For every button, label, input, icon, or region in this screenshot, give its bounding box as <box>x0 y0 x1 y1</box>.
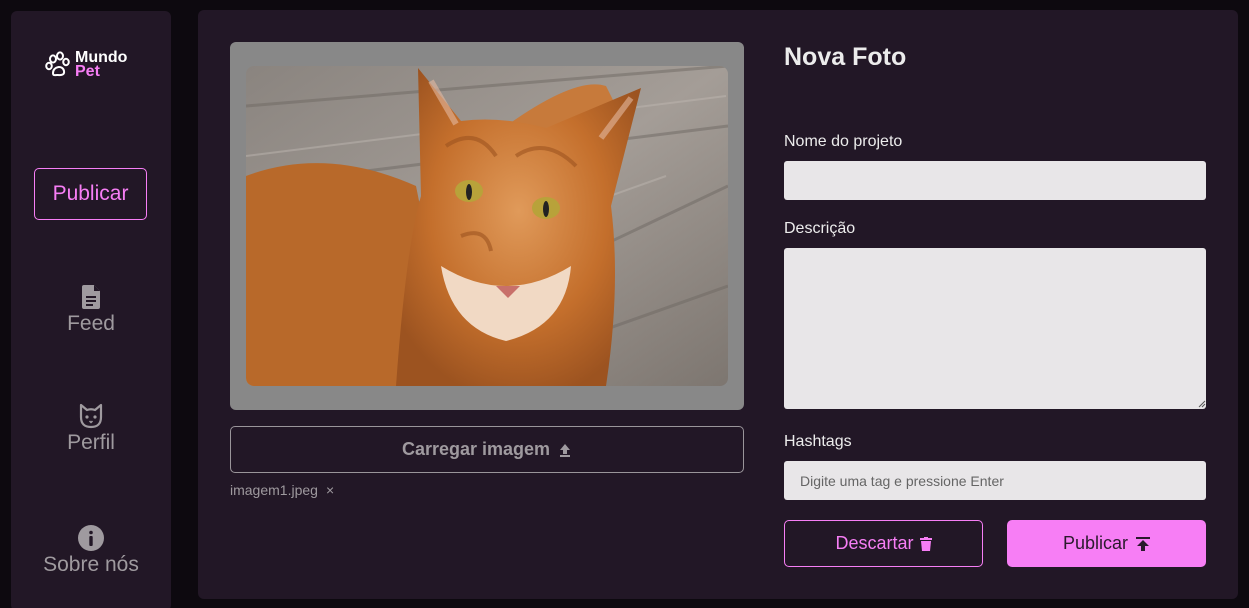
project-name-input[interactable] <box>784 161 1206 200</box>
cat-face-icon <box>79 403 103 429</box>
trash-icon <box>919 536 932 551</box>
sidebar: Mundo Pet Publicar Feed Perfil Sobre nós <box>11 11 171 608</box>
publish-button[interactable]: Publicar <box>1007 520 1206 567</box>
sidebar-item-label: Feed <box>67 312 115 335</box>
logo-text: Mundo Pet <box>75 50 127 80</box>
publish-label: Publicar <box>1062 533 1129 553</box>
image-preview <box>246 66 728 386</box>
discard-button[interactable]: Descartar <box>784 520 983 567</box>
project-name-label: Nome do projeto <box>784 133 903 150</box>
page-title: Nova Foto <box>784 43 907 71</box>
sidebar-item-sobre-nos[interactable]: Sobre nós <box>11 524 171 577</box>
logo-line-2: Pet <box>75 63 100 80</box>
upload-image-label: Carregar imagem <box>401 439 551 459</box>
paw-icon <box>45 51 70 77</box>
remove-file-icon[interactable]: × <box>326 482 334 498</box>
discard-label: Descartar <box>835 533 914 553</box>
sidebar-item-label: Sobre nós <box>43 553 139 576</box>
description-label: Descrição <box>784 220 856 237</box>
upload-icon <box>1136 536 1151 551</box>
hashtags-input[interactable] <box>784 461 1206 500</box>
cat-photo <box>246 66 728 386</box>
resize-grip-icon[interactable] <box>1198 400 1206 408</box>
selected-file-chip: imagem1.jpeg × <box>230 482 334 498</box>
hashtags-label: Hashtags <box>784 433 852 450</box>
sidebar-item-label: Perfil <box>67 431 115 454</box>
document-icon <box>82 285 100 309</box>
sidebar-item-perfil[interactable]: Perfil <box>11 402 171 455</box>
mundo-pet-logo[interactable]: Mundo Pet <box>45 50 127 80</box>
file-name: imagem1.jpeg <box>230 482 318 498</box>
description-textarea[interactable] <box>784 248 1206 409</box>
info-icon <box>78 525 104 551</box>
new-photo-panel: Carregar imagem imagem1.jpeg × Nova Foto… <box>198 10 1238 599</box>
sidebar-publish-button[interactable]: Publicar <box>34 168 147 220</box>
upload-icon <box>560 443 571 457</box>
image-preview-frame <box>230 42 744 410</box>
upload-image-button[interactable]: Carregar imagem <box>230 426 744 473</box>
sidebar-item-feed[interactable]: Feed <box>11 283 171 336</box>
